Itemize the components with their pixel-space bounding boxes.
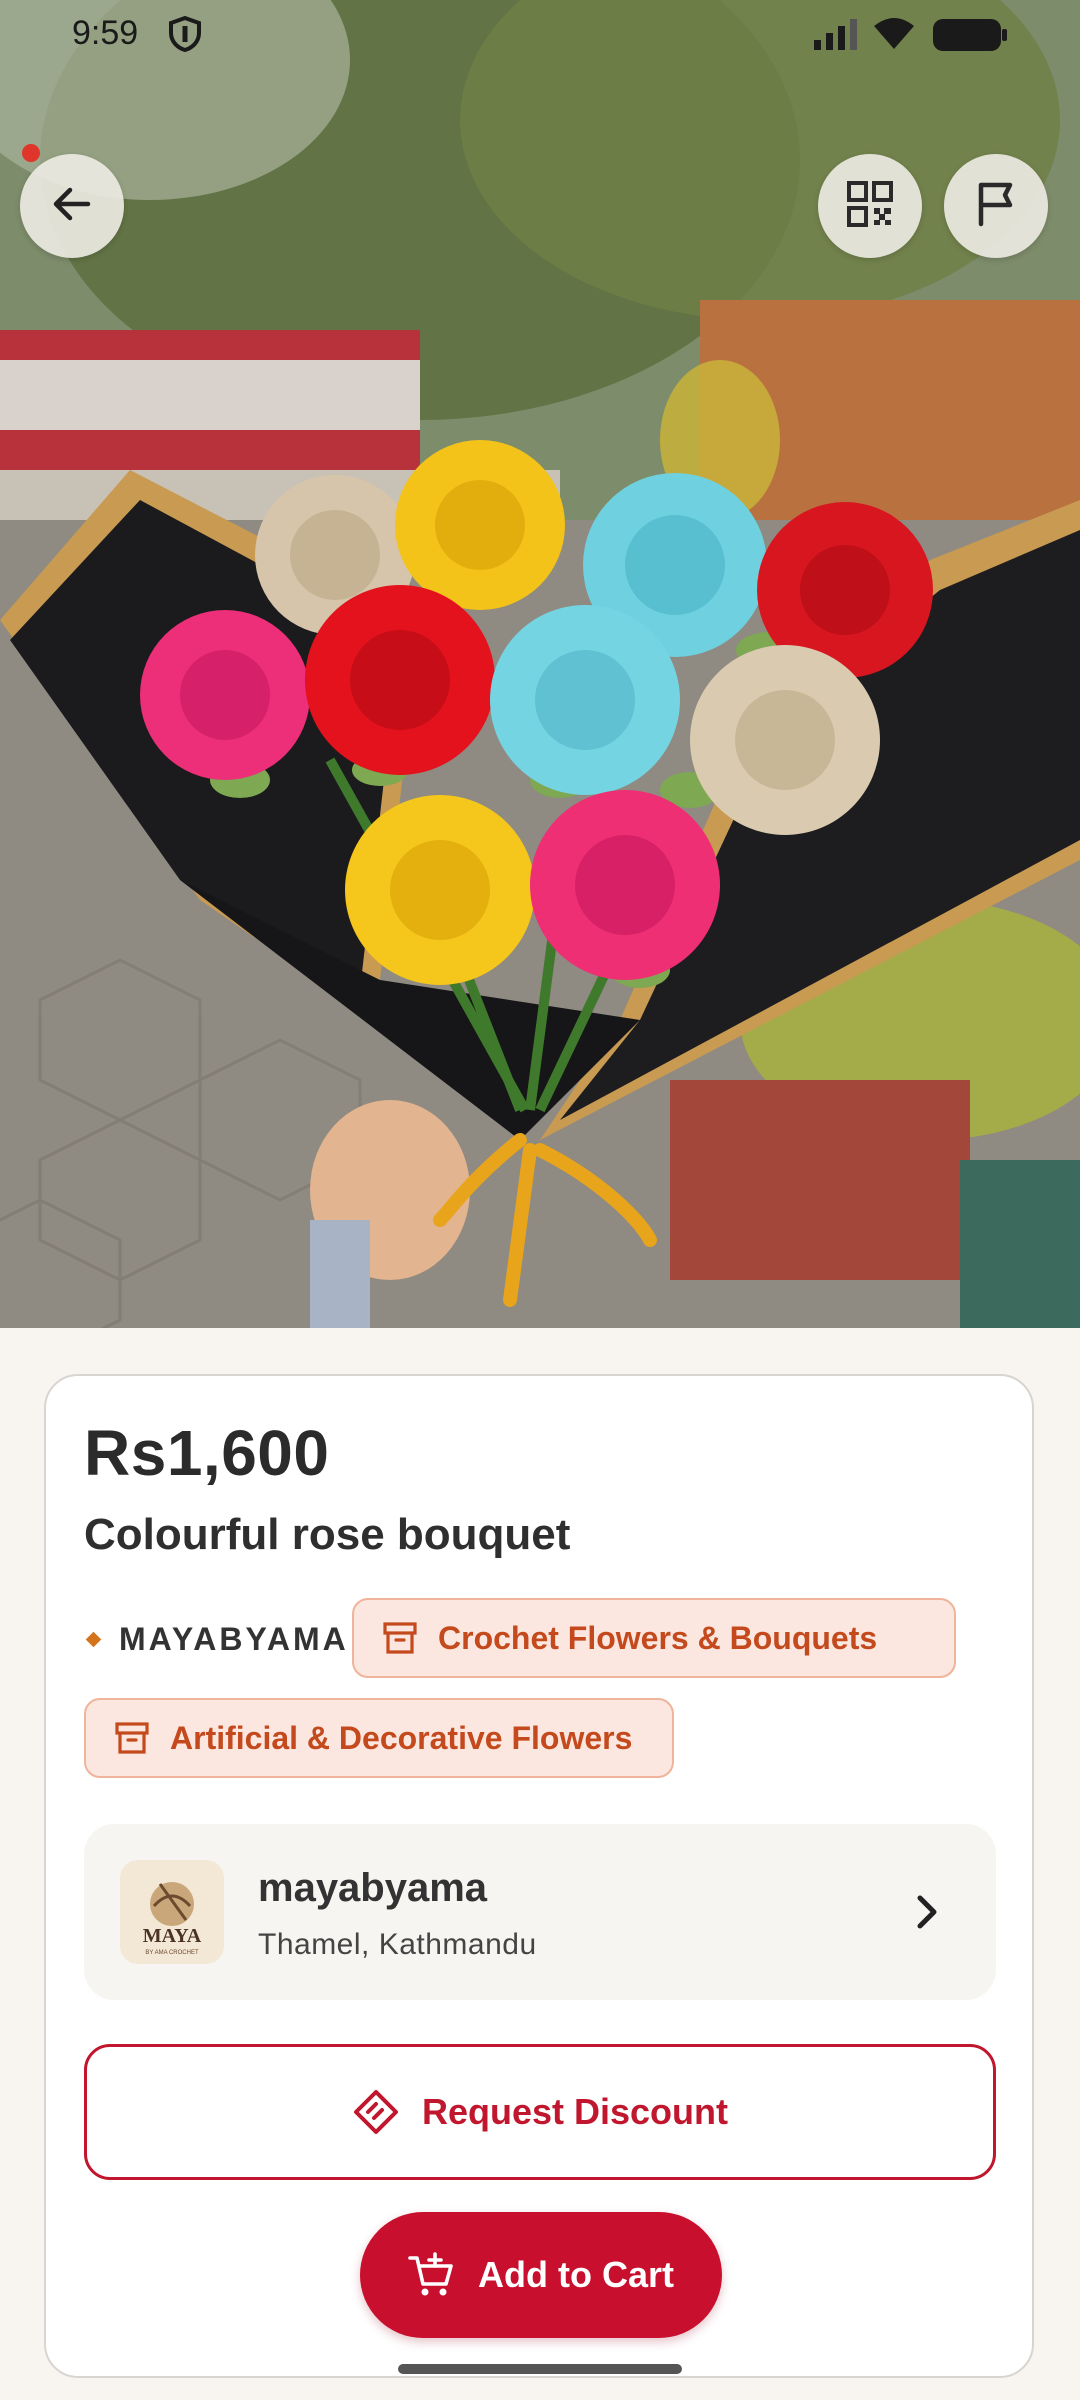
report-button[interactable]: [944, 154, 1048, 258]
add-to-cart-button[interactable]: Add to Cart: [360, 2212, 722, 2338]
category-label: Artificial & Decorative Flowers: [170, 1719, 633, 1756]
seller-name: mayabyama: [258, 1866, 488, 1910]
request-discount-button[interactable]: Request Discount: [84, 2044, 996, 2180]
diamond-icon: [85, 1631, 102, 1647]
shield-icon: [168, 15, 202, 57]
notification-dot: [22, 144, 40, 162]
battery-icon: [932, 18, 1008, 57]
flag-icon: [972, 180, 1020, 233]
category-chip-artificial-flowers[interactable]: Artificial & Decorative Flowers: [84, 1698, 674, 1778]
qr-code-icon: [846, 180, 894, 233]
status-bar: 9:59: [0, 0, 1080, 70]
seller-card[interactable]: MAYA BY AMA CROCHET mayabyama Thamel, Ka…: [84, 1824, 996, 2000]
cart-add-icon: [408, 2252, 453, 2296]
brand-link[interactable]: MAYABYAMA: [84, 1598, 349, 1680]
discount-tag-icon: [353, 2090, 398, 2134]
add-to-cart-label: Add to Cart: [478, 2254, 674, 2295]
back-button[interactable]: [20, 154, 124, 258]
product-price: Rs1,600: [84, 1417, 330, 1489]
qr-code-button[interactable]: [818, 154, 922, 258]
seller-avatar: MAYA BY AMA CROCHET: [120, 1860, 224, 1964]
archive-box-icon: [115, 1722, 149, 1754]
signal-icon: [812, 18, 860, 55]
seller-logo-subtext: BY AMA CROCHET: [145, 1950, 199, 1956]
arrow-left-icon: [48, 180, 96, 233]
product-title: Colourful rose bouquet: [84, 1510, 571, 1559]
status-time: 9:59: [72, 14, 139, 52]
home-indicator[interactable]: [398, 2364, 682, 2374]
archive-box-icon: [383, 1622, 417, 1654]
request-discount-label: Request Discount: [421, 2091, 729, 2132]
brand-name: MAYABYAMA: [119, 1620, 349, 1657]
chevron-right-icon: [906, 1888, 946, 1941]
product-detail-screen: 9:59 Rs1,600 Colourful rose bouquet MAYA…: [0, 0, 1080, 2400]
seller-logo-text: MAYA: [143, 1925, 202, 1947]
product-card: Rs1,600 Colourful rose bouquet MAYABYAMA…: [44, 1374, 1034, 2378]
category-chip-crochet-flowers[interactable]: Crochet Flowers & Bouquets: [352, 1598, 956, 1678]
wifi-icon: [872, 16, 916, 55]
seller-location: Thamel, Kathmandu: [258, 1928, 537, 1961]
category-label: Crochet Flowers & Bouquets: [438, 1619, 878, 1656]
